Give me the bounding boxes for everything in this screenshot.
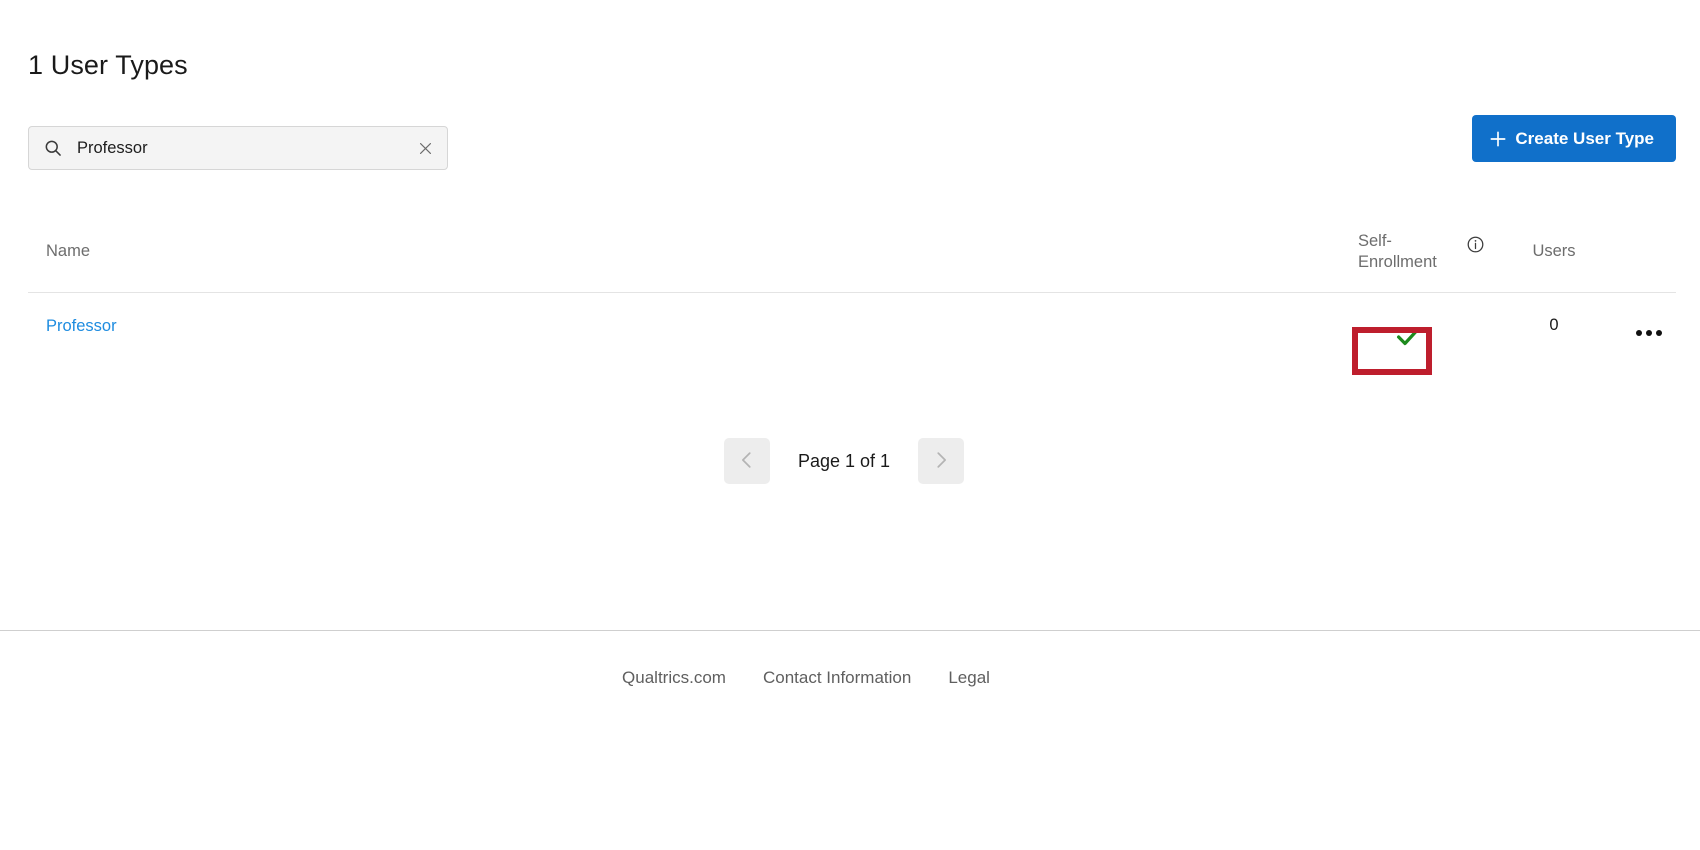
search-box[interactable]: [28, 126, 448, 170]
column-header-name: Name: [46, 242, 91, 260]
row-actions-menu-button[interactable]: [1626, 313, 1672, 353]
page-title: 1 User Types: [28, 50, 188, 80]
table-row: Professor 0: [28, 293, 1676, 375]
column-header-self-enrollment: Self-Enrollment: [1358, 232, 1437, 271]
footer-divider: [0, 630, 1700, 631]
pagination-label: Page 1 of 1: [797, 450, 891, 471]
info-icon[interactable]: [1466, 235, 1485, 254]
table-header: Name Self-Enrollment Users: [28, 218, 1676, 292]
pagination-next-button[interactable]: [918, 438, 965, 484]
check-icon: [1393, 321, 1423, 351]
footer: Qualtrics.com Contact Information Legal: [0, 668, 1656, 688]
user-types-page: 1 User Types Create User Type Name: [0, 0, 1700, 850]
footer-link-contact-information[interactable]: Contact Information: [763, 668, 911, 688]
ellipsis-dot: [1636, 330, 1642, 336]
create-user-type-button[interactable]: Create User Type: [1472, 115, 1676, 162]
ellipsis-dot: [1656, 330, 1662, 336]
create-user-type-label: Create User Type: [1515, 128, 1654, 148]
footer-link-legal[interactable]: Legal: [948, 668, 990, 688]
chevron-left-icon: [736, 449, 758, 474]
user-type-link-professor[interactable]: Professor: [46, 317, 117, 336]
search-icon: [43, 138, 63, 158]
pagination-prev-button[interactable]: [723, 438, 770, 484]
chevron-right-icon: [930, 449, 952, 474]
footer-link-qualtrics[interactable]: Qualtrics.com: [622, 668, 726, 688]
plus-icon: [1488, 129, 1508, 149]
search-input[interactable]: [77, 138, 413, 158]
users-count: 0: [1549, 316, 1559, 334]
search-clear-button[interactable]: [413, 136, 437, 160]
ellipsis-dot: [1646, 330, 1652, 336]
self-enrollment-cell[interactable]: [1343, 311, 1473, 361]
column-header-users: Users: [1532, 242, 1576, 260]
pagination: Page 1 of 1: [0, 438, 1694, 484]
